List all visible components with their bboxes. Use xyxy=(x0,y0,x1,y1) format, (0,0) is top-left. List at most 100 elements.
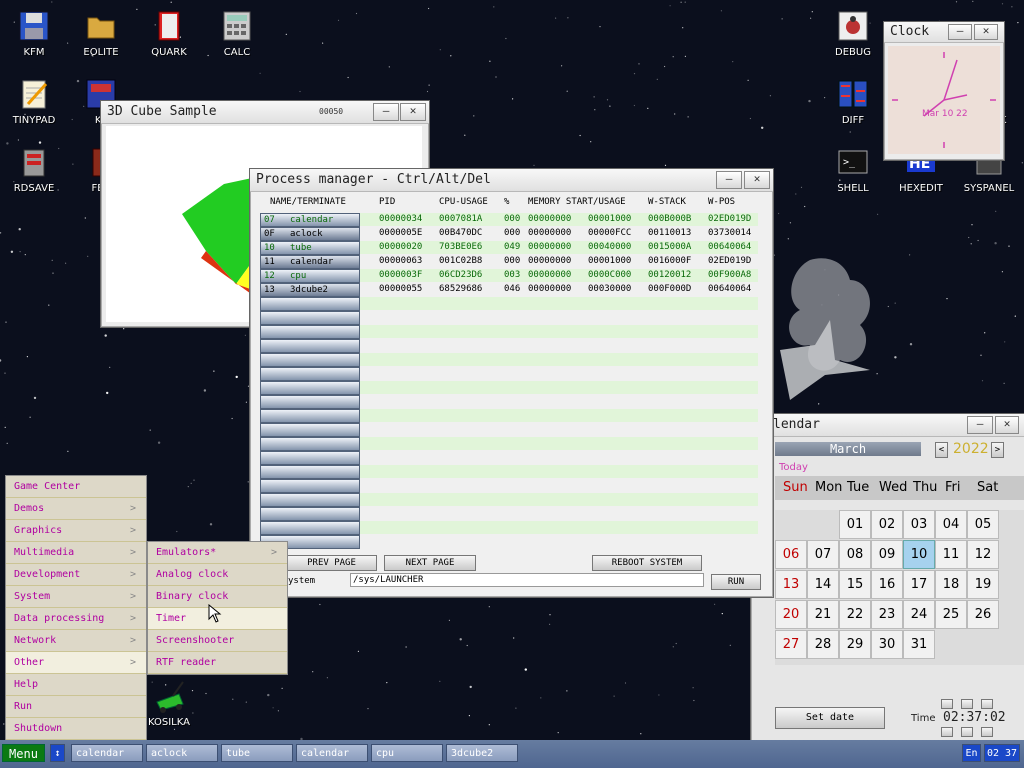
terminate-process-button[interactable] xyxy=(260,423,360,437)
launch-path-input[interactable] xyxy=(350,573,704,587)
calendar-window[interactable]: lendar — ✕ March < 2022 > Today Sun Mon … xyxy=(750,413,1024,742)
terminate-process-button[interactable] xyxy=(260,479,360,493)
desktop-icon-debug[interactable]: DEBUG xyxy=(822,10,884,58)
calendar-day[interactable]: 02 xyxy=(871,510,903,539)
calendar-day[interactable]: 22 xyxy=(839,600,871,629)
reboot-system-button[interactable]: REBOOT SYSTEM xyxy=(592,555,702,571)
menu-item-network[interactable]: Network > xyxy=(6,630,146,652)
calendar-day[interactable]: 26 xyxy=(967,600,999,629)
submenu-item-emulators-[interactable]: Emulators* > xyxy=(148,542,287,564)
menu-item-development[interactable]: Development > xyxy=(6,564,146,586)
terminate-process-button[interactable]: 0F aclock xyxy=(260,227,360,241)
calendar-day[interactable]: 09 xyxy=(871,540,903,569)
menu-item-shutdown[interactable]: Shutdown xyxy=(6,718,146,740)
calendar-day[interactable]: 15 xyxy=(839,570,871,599)
calendar-day[interactable]: 05 xyxy=(967,510,999,539)
terminate-process-button[interactable] xyxy=(260,507,360,521)
menu-item-demos[interactable]: Demos > xyxy=(6,498,146,520)
time-down-button[interactable] xyxy=(941,727,953,737)
desktop-icon-quark[interactable]: QUARK xyxy=(138,10,200,58)
calendar-day[interactable]: 19 xyxy=(967,570,999,599)
taskbar-task-button[interactable]: cpu xyxy=(371,744,443,762)
close-icon[interactable]: ✕ xyxy=(400,103,426,121)
calendar-day[interactable]: 11 xyxy=(935,540,967,569)
calendar-day[interactable]: 31 xyxy=(903,630,935,659)
menu-item-help[interactable]: Help xyxy=(6,674,146,696)
month-selector[interactable]: March xyxy=(775,442,921,456)
taskbar-task-button[interactable]: calendar xyxy=(296,744,368,762)
calendar-day[interactable]: 28 xyxy=(807,630,839,659)
language-indicator[interactable]: En xyxy=(962,744,981,762)
taskbar-task-button[interactable]: calendar xyxy=(71,744,143,762)
close-icon[interactable]: ✕ xyxy=(744,171,770,189)
terminate-process-button[interactable] xyxy=(260,353,360,367)
time-up-button[interactable] xyxy=(981,699,993,709)
set-date-button[interactable]: Set date xyxy=(775,707,885,729)
time-down-button[interactable] xyxy=(961,727,973,737)
terminate-process-button[interactable] xyxy=(260,367,360,381)
terminate-process-button[interactable]: 07 calendar xyxy=(260,213,360,227)
minimize-icon[interactable]: — xyxy=(948,24,972,40)
terminate-process-button[interactable] xyxy=(260,325,360,339)
terminate-process-button[interactable] xyxy=(260,381,360,395)
calendar-day[interactable]: 30 xyxy=(871,630,903,659)
calendar-day[interactable]: 18 xyxy=(935,570,967,599)
terminate-process-button[interactable]: 10 tube xyxy=(260,241,360,255)
calendar-day[interactable]: 04 xyxy=(935,510,967,539)
calendar-window-titlebar[interactable]: lendar — ✕ xyxy=(751,414,1024,437)
prev-page-button[interactable]: PREV PAGE xyxy=(286,555,377,571)
terminate-process-button[interactable] xyxy=(260,437,360,451)
taskbar-clock[interactable]: 02 37 xyxy=(984,744,1020,762)
minimize-icon[interactable]: — xyxy=(716,171,742,189)
terminate-process-button[interactable] xyxy=(260,311,360,325)
minimize-icon[interactable]: — xyxy=(967,416,993,434)
calendar-day[interactable]: 29 xyxy=(839,630,871,659)
taskbar-arrows-button[interactable]: ↕ xyxy=(50,744,65,762)
calendar-day[interactable]: 12 xyxy=(967,540,999,569)
menu-item-graphics[interactable]: Graphics > xyxy=(6,520,146,542)
process-manager-titlebar[interactable]: Process manager - Ctrl/Alt/Del — ✕ xyxy=(250,169,773,192)
terminate-process-button[interactable]: 13 3dcube2 xyxy=(260,283,360,297)
prev-year-button[interactable]: < xyxy=(935,442,948,458)
close-icon[interactable]: ✕ xyxy=(974,24,998,40)
calendar-day[interactable]: 27 xyxy=(775,630,807,659)
menu-button[interactable]: Menu xyxy=(2,744,45,762)
calendar-day[interactable]: 06 xyxy=(775,540,807,569)
taskbar-task-button[interactable]: aclock xyxy=(146,744,218,762)
desktop-icon-shell[interactable]: >_ SHELL xyxy=(822,146,884,194)
desktop-icon-kosilka[interactable]: KOSILKA xyxy=(138,680,200,728)
process-manager-window[interactable]: Process manager - Ctrl/Alt/Del — ✕ NAME/… xyxy=(249,168,774,598)
time-down-button[interactable] xyxy=(981,727,993,737)
terminate-process-button[interactable] xyxy=(260,465,360,479)
calendar-day[interactable]: 10 xyxy=(903,540,935,569)
menu-item-system[interactable]: System > xyxy=(6,586,146,608)
menu-item-game-center[interactable]: Game Center xyxy=(6,476,146,498)
desktop-icon-kfm[interactable]: KFM xyxy=(3,10,65,58)
terminate-process-button[interactable]: 12 cpu xyxy=(260,269,360,283)
terminate-process-button[interactable]: 11 calendar xyxy=(260,255,360,269)
desktop-icon-diff[interactable]: DIFF xyxy=(822,78,884,126)
calendar-day[interactable]: 08 xyxy=(839,540,871,569)
terminate-process-button[interactable] xyxy=(260,521,360,535)
desktop-icon-eolite[interactable]: EOLITE xyxy=(70,10,132,58)
close-icon[interactable]: ✕ xyxy=(995,416,1019,434)
submenu-item-rtf-reader[interactable]: RTF reader xyxy=(148,652,287,674)
calendar-day[interactable]: 21 xyxy=(807,600,839,629)
menu-item-multimedia[interactable]: Multimedia > xyxy=(6,542,146,564)
desktop-icon-rdsave[interactable]: RDSAVE xyxy=(3,146,65,194)
calendar-day[interactable]: 03 xyxy=(903,510,935,539)
calendar-day[interactable]: 07 xyxy=(807,540,839,569)
run-button[interactable]: RUN xyxy=(711,574,761,590)
clock-window[interactable]: Clock — ✕ Mar 10 22 xyxy=(883,21,1005,161)
calendar-day[interactable]: 01 xyxy=(839,510,871,539)
desktop-icon-calc[interactable]: CALC xyxy=(206,10,268,58)
cube-window-titlebar[interactable]: 3D Cube Sample 00050 — ✕ xyxy=(101,101,429,124)
calendar-day[interactable]: 20 xyxy=(775,600,807,629)
menu-item-data-processing[interactable]: Data processing > xyxy=(6,608,146,630)
taskbar-task-button[interactable]: 3dcube2 xyxy=(446,744,518,762)
time-up-button[interactable] xyxy=(941,699,953,709)
calendar-day[interactable]: 25 xyxy=(935,600,967,629)
taskbar-task-button[interactable]: tube xyxy=(221,744,293,762)
calendar-day[interactable]: 14 xyxy=(807,570,839,599)
menu-item-other[interactable]: Other > xyxy=(6,652,146,674)
